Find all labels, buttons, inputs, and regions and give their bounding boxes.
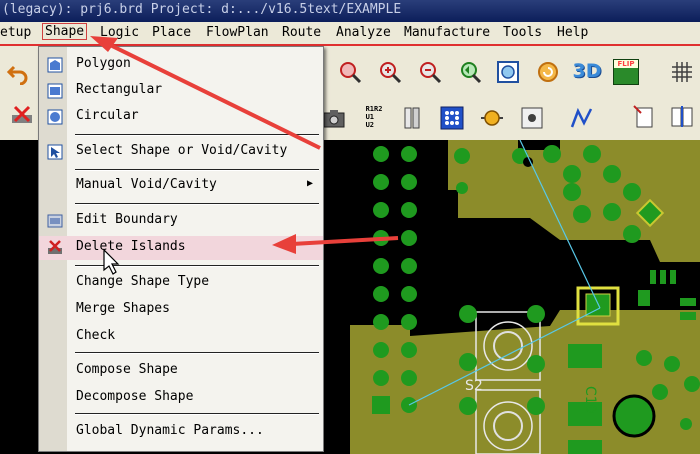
undo-icon <box>6 65 28 85</box>
menu-item-label: Decompose Shape <box>76 389 194 404</box>
view-3d-button[interactable]: 3D <box>572 56 602 86</box>
menu-separator <box>75 169 319 171</box>
zoom-world-button[interactable] <box>494 58 522 86</box>
menu-item-merge-shapes[interactable]: Merge Shapes <box>39 298 323 322</box>
menu-separator <box>75 203 319 205</box>
menu-separator <box>75 352 319 354</box>
menu-place[interactable]: Place <box>152 25 191 40</box>
rectangle-icon <box>47 83 63 99</box>
menu-item-label: Delete Islands <box>76 239 186 254</box>
flip-button[interactable]: FLIP <box>612 58 640 86</box>
zoom-world-icon <box>497 61 519 83</box>
menu-item-label: Merge Shapes <box>76 301 170 316</box>
menu-item-label: Edit Boundary <box>76 212 178 227</box>
menu-separator <box>75 134 319 136</box>
chip-label-icon: R1R2 U1 U2 <box>365 105 383 129</box>
zoom-in-icon <box>380 62 402 84</box>
zoom-previous-icon <box>461 62 482 84</box>
flip-icon: FLIP <box>613 59 639 85</box>
menu-item-polygon[interactable]: Polygon <box>39 53 323 77</box>
menu-item-label: Check <box>76 328 116 343</box>
view-3d-label: 3D <box>572 60 602 82</box>
menu-shape[interactable]: Shape <box>42 23 88 40</box>
renumber-button[interactable]: R1R2 U1 U2 <box>358 100 390 134</box>
pin-swap-icon <box>404 107 420 129</box>
menu-item-label: Rectangular <box>76 82 163 97</box>
shape-menu-dropdown: Polygon Rectangular Circular Select Shap… <box>38 46 324 452</box>
select-shape-icon <box>47 144 63 160</box>
menu-item-compose-shape[interactable]: Compose Shape <box>39 359 323 383</box>
grid-toggle-button[interactable] <box>668 58 696 86</box>
submenu-arrow-icon: ▶ <box>306 178 313 189</box>
book-icon <box>671 106 693 127</box>
zoom-fit-button[interactable] <box>336 58 364 86</box>
array-icon <box>440 106 464 130</box>
menu-item-select-shape[interactable]: Select Shape or Void/Cavity <box>39 140 323 164</box>
circle-icon <box>47 109 63 125</box>
place-component-button[interactable] <box>518 104 546 132</box>
menu-item-label: Manual Void/Cavity <box>76 177 217 192</box>
redraw-button[interactable] <box>534 58 562 86</box>
menu-item-change-shape-type[interactable]: Change Shape Type <box>39 271 323 295</box>
delete-button[interactable] <box>8 102 36 130</box>
flip-label: FLIP <box>614 60 638 68</box>
pin-swap-button[interactable] <box>398 104 426 132</box>
zoom-previous-button[interactable] <box>456 58 484 86</box>
redraw-icon <box>538 62 558 82</box>
menu-help[interactable]: Help <box>557 25 588 40</box>
menu-item-label: Polygon <box>76 56 131 71</box>
testpoint-button[interactable] <box>478 104 506 132</box>
menu-separator <box>75 413 319 415</box>
menu-item-label: Compose Shape <box>76 362 178 377</box>
grid-icon <box>672 62 692 82</box>
menu-item-label: Global Dynamic Params... <box>76 423 264 438</box>
route-icon <box>570 107 593 128</box>
menu-item-check[interactable]: Check <box>39 325 323 349</box>
menu-setup[interactable]: etup <box>0 25 31 40</box>
route-button[interactable] <box>568 104 596 132</box>
menu-flowplan[interactable]: FlowPlan <box>206 25 269 40</box>
delete-icon <box>12 105 32 123</box>
array-button[interactable] <box>438 104 466 132</box>
menu-separator <box>75 265 319 267</box>
camera-icon <box>323 110 345 128</box>
testpoint-icon <box>481 110 503 126</box>
zoom-fit-icon <box>340 62 362 84</box>
window-title-bar: (legacy): prj6.brd Project: d:.../v16.5t… <box>0 0 700 22</box>
menu-item-rectangular[interactable]: Rectangular <box>39 79 323 103</box>
report-button[interactable] <box>630 102 658 130</box>
window-title: (legacy): prj6.brd Project: d:.../v16.5t… <box>2 2 402 17</box>
silk-label-c10: C10 <box>582 386 598 414</box>
menu-item-label: Select Shape or Void/Cavity <box>76 143 288 158</box>
zoom-in-button[interactable] <box>376 58 404 86</box>
menu-item-edit-boundary[interactable]: Edit Boundary <box>39 209 323 233</box>
polygon-icon <box>47 57 63 73</box>
menu-logic[interactable]: Logic <box>100 25 139 40</box>
menu-analyze[interactable]: Analyze <box>336 25 391 40</box>
menu-item-global-dynamic-params[interactable]: Global Dynamic Params... <box>39 420 323 444</box>
menu-item-delete-islands[interactable]: Delete Islands <box>39 236 323 260</box>
undo-button[interactable] <box>4 58 32 86</box>
zoom-out-button[interactable] <box>416 58 444 86</box>
menu-item-decompose-shape[interactable]: Decompose Shape <box>39 386 323 410</box>
menu-bar: etup Shape Logic Place FlowPlan Route An… <box>0 22 700 46</box>
copper-shape-top <box>448 140 700 262</box>
menu-item-label: Circular <box>76 108 139 123</box>
menu-item-circular[interactable]: Circular <box>39 105 323 129</box>
documentation-button[interactable] <box>668 102 696 130</box>
delete-islands-icon <box>48 240 62 254</box>
snapshot-button[interactable] <box>320 104 348 132</box>
edit-boundary-icon <box>47 214 63 228</box>
menu-route[interactable]: Route <box>282 25 321 40</box>
silk-label-s2: S2 <box>465 378 483 394</box>
menu-tools[interactable]: Tools <box>503 25 542 40</box>
report-icon <box>633 105 653 128</box>
menu-item-manual-void[interactable]: Manual Void/Cavity ▶ <box>39 174 323 198</box>
zoom-out-icon <box>420 62 442 84</box>
menu-manufacture[interactable]: Manufacture <box>404 25 490 40</box>
component-icon <box>521 107 543 129</box>
menu-item-label: Change Shape Type <box>76 274 210 289</box>
